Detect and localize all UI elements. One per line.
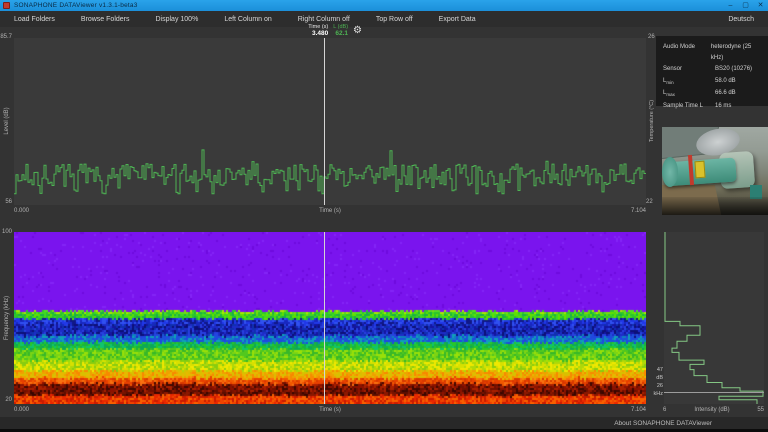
- menu-item-browse-folders[interactable]: Browse Folders: [77, 14, 134, 25]
- level-chart[interactable]: [14, 38, 646, 205]
- cursor-intensity-value: 47: [648, 366, 663, 374]
- spectrogram-chart[interactable]: [14, 232, 646, 404]
- menubar: Load Folders Browse Folders Display 100%…: [0, 11, 768, 27]
- cursor-readout: Time (s) 3.480 L (dB) 62.1 ⚙: [198, 24, 362, 39]
- time-cursor-spectrogram[interactable]: [324, 232, 325, 404]
- close-button[interactable]: ✕: [753, 0, 768, 11]
- cursor-frequency-unit: kHz: [648, 390, 663, 398]
- info-row-sample-time: Sample Time L 16 ms: [663, 101, 761, 113]
- readout-level-value: 62.1: [335, 30, 348, 37]
- level-waveform: [14, 38, 646, 205]
- spectro-x-max-label: 7.104: [631, 407, 646, 413]
- window-title: SONAPHONE DATAViewer v1.3.1-beta3: [14, 2, 138, 9]
- info-value-lmax: 66.6 dB: [715, 88, 736, 100]
- level-x-axis-title: Time (s): [319, 208, 341, 214]
- menu-item-left-column-toggle[interactable]: Left Column on: [220, 14, 275, 25]
- spectrogram-heatmap: [14, 232, 646, 404]
- about-link[interactable]: About SONAPHONE DATAViewer: [614, 420, 712, 427]
- menu-item-right-column-toggle[interactable]: Right Column off: [294, 14, 354, 25]
- cursor-intensity-unit: dB: [648, 374, 663, 382]
- info-value-sensor: BS20 (10276): [715, 64, 752, 76]
- frequency-cursor-readout: 47 dB 26 kHz: [648, 366, 663, 398]
- level-x-max-label: 7.104: [631, 208, 646, 214]
- menu-item-display-zoom[interactable]: Display 100%: [152, 14, 203, 25]
- level-y-min-label: 56: [0, 199, 12, 205]
- info-value-audio-mode: heterodyne (25 kHz): [711, 42, 761, 64]
- statusbar: About SONAPHONE DATAViewer: [0, 417, 768, 429]
- info-value-sample-time: 16 ms: [715, 101, 731, 113]
- level-x-min-label: 0.000: [14, 208, 29, 214]
- hist-x-axis-title: Intensity (dB): [694, 407, 729, 413]
- temp-y-min-label: 22: [646, 199, 653, 205]
- app-window: SONAPHONE DATAViewer v1.3.1-beta3 – ▢ ✕ …: [0, 0, 768, 432]
- menu-item-top-row-toggle[interactable]: Top Row off: [372, 14, 417, 25]
- spectro-x-min-label: 0.000: [14, 407, 29, 413]
- hist-x-min-label: 6: [663, 407, 666, 413]
- freq-y-max-label: 100: [0, 229, 12, 235]
- level-y-axis-title: Level (dB): [4, 107, 10, 134]
- info-row-audio-mode: Audio Mode heterodyne (25 kHz): [663, 42, 761, 64]
- info-row-lmax: Lmax 66.6 dB: [663, 88, 761, 100]
- temp-y-axis-title: Temperature (°C): [649, 100, 655, 142]
- temp-y-max-label: 26: [648, 34, 655, 40]
- readout-time-value: 3.480: [312, 30, 328, 37]
- cursor-frequency-value: 26: [648, 382, 663, 390]
- level-y-max-label: 85.7: [0, 34, 12, 40]
- time-cursor-level[interactable]: [324, 38, 325, 205]
- settings-gear-icon[interactable]: ⚙: [353, 24, 362, 37]
- photo-label-plate: [694, 161, 705, 179]
- freq-y-min-label: 20: [0, 397, 12, 403]
- minimize-button[interactable]: –: [723, 0, 738, 11]
- intensity-histogram[interactable]: [664, 232, 764, 404]
- menu-item-export-data[interactable]: Export Data: [435, 14, 480, 25]
- spectro-x-axis-title: Time (s): [319, 407, 341, 413]
- equipment-photo: [662, 127, 768, 215]
- window-controls: – ▢ ✕: [723, 0, 768, 11]
- info-value-lmin: 58.0 dB: [715, 76, 736, 88]
- measurement-info-panel: Audio Mode heterodyne (25 kHz) Sensor BS…: [656, 36, 768, 106]
- app-icon: [3, 2, 10, 9]
- frequency-cursor-line[interactable]: [664, 392, 764, 393]
- freq-y-axis-title: Frequency (kHz): [4, 296, 10, 340]
- menu-item-load-folders[interactable]: Load Folders: [10, 14, 59, 25]
- info-row-sensor: Sensor BS20 (10276): [663, 64, 761, 76]
- photo-shadow: [662, 197, 768, 215]
- hist-x-max-label: 55: [757, 407, 764, 413]
- menu-item-language[interactable]: Deutsch: [724, 14, 758, 25]
- info-row-lmin: Lmin 58.0 dB: [663, 76, 761, 88]
- intensity-histogram-steps: [664, 232, 764, 404]
- maximize-button[interactable]: ▢: [738, 0, 753, 11]
- photo-pump-flange: [662, 157, 678, 187]
- titlebar: SONAPHONE DATAViewer v1.3.1-beta3 – ▢ ✕: [0, 0, 768, 11]
